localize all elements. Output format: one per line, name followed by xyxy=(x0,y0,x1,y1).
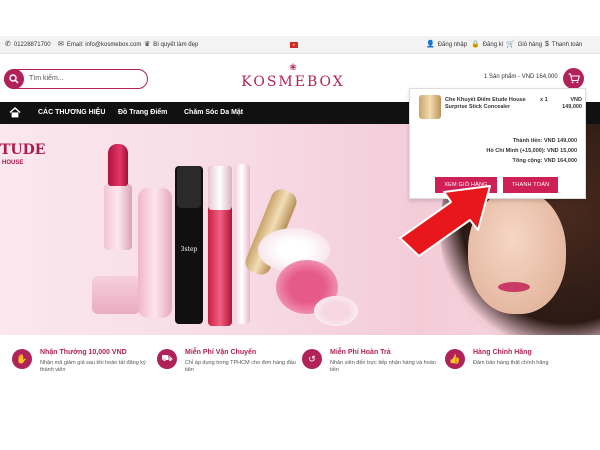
price-currency: VND xyxy=(570,97,582,103)
hero-brand: TUDE xyxy=(0,142,46,158)
checkout-link[interactable]: $ Thanh toán xyxy=(545,41,582,48)
product-thumbnail[interactable] xyxy=(419,95,441,119)
price-value: 149,000 xyxy=(562,104,582,110)
mascara-image: 3step xyxy=(175,166,203,324)
login-link[interactable]: 👤 Đăng nhập xyxy=(426,41,467,48)
register-label: Đăng kí xyxy=(482,41,504,48)
trophy-icon: ♛ xyxy=(144,41,151,48)
cart-link[interactable]: 🛒 Giỏ hàng xyxy=(506,41,542,48)
nav-item-makeup[interactable]: Đồ Trang Điểm xyxy=(118,109,167,116)
model-lips-image xyxy=(498,282,530,292)
feature-title: Miễn Phí Hoàn Trả xyxy=(330,349,391,356)
feature-free-returns[interactable]: ↺ Miễn Phí Hoàn Trả Nhân viên đến trực t… xyxy=(302,349,442,381)
feature-desc: Đảm bảo hàng thật chính hãng xyxy=(473,360,549,366)
checkout-label: Thanh toán xyxy=(551,41,583,48)
cart-label: Giỏ hàng xyxy=(517,41,543,48)
home-icon[interactable] xyxy=(9,107,21,118)
cart-product-name[interactable]: Che Khuyết Điểm Etude House Surprise Sti… xyxy=(445,97,533,111)
cart-product-price: VND 149,000 xyxy=(552,97,582,111)
nav-item-skincare[interactable]: Chăm Sóc Da Mặt xyxy=(184,109,243,116)
feature-genuine[interactable]: 👍 Hàng Chính Hãng Đảm bảo hàng thật chín… xyxy=(445,349,585,381)
site-logo[interactable]: ❀ KOSMEBOX xyxy=(228,63,358,95)
feature-title: Miễn Phí Vận Chuyển xyxy=(185,349,257,356)
nav-item-brands[interactable]: CÁC THƯƠNG HIỆU xyxy=(38,109,105,116)
small-compact-image xyxy=(314,296,358,326)
beauty-tips-link[interactable]: ♛ Bí quyết làm đẹp xyxy=(144,41,198,48)
cart-shipping: Hồ Chí Minh (+15,000): VND 15,000 xyxy=(486,148,577,154)
feature-title: Nhận Thưởng 10,000 VND xyxy=(40,349,127,356)
lip-gloss-image xyxy=(208,166,232,326)
cart-button[interactable] xyxy=(563,68,584,89)
top-bar: ✆ 01228871700 ✉ Email: info@kosmebox.com… xyxy=(0,36,600,54)
lock-icon: 🔒 xyxy=(471,41,480,48)
feature-desc: Nhận mã giảm giá sau khi hoàn tất đăng k… xyxy=(40,360,146,373)
beauty-tips-label: Bí quyết làm đẹp xyxy=(153,41,199,48)
cart-subtotal: Thành tiền: VND 149,000 xyxy=(512,138,577,144)
search-input[interactable]: Tìm kiếm... xyxy=(4,69,148,89)
pink-jar-image xyxy=(92,276,140,314)
phone-contact[interactable]: ✆ 01228871700 xyxy=(5,41,51,48)
cart-icon: 🛒 xyxy=(506,41,515,48)
search-placeholder: Tìm kiếm... xyxy=(29,75,64,82)
email-contact[interactable]: ✉ Email: info@kosmebox.com xyxy=(58,41,141,48)
language-flag[interactable] xyxy=(290,42,298,48)
pink-bottle-image xyxy=(138,188,172,318)
lipstick-image xyxy=(104,144,132,250)
cart-summary[interactable]: 1 Sản phẩm - VND 164,000 xyxy=(484,74,558,80)
feature-title: Hàng Chính Hãng xyxy=(473,349,532,356)
shopping-cart-icon xyxy=(568,73,580,84)
return-arrow-icon: ↺ xyxy=(302,349,322,369)
lotus-logo-icon: ❀ xyxy=(289,62,297,72)
cart-product-quantity: x 1 xyxy=(540,97,548,103)
wand-image xyxy=(234,164,250,324)
truck-icon: ⛟ xyxy=(157,349,177,369)
register-link[interactable]: 🔒 Đăng kí xyxy=(471,41,503,48)
envelope-icon: ✉ xyxy=(58,41,64,48)
phone-number: 01228871700 xyxy=(13,41,51,48)
vietnam-flag-icon xyxy=(290,42,298,48)
thumbs-up-icon: 👍 xyxy=(445,349,465,369)
search-icon xyxy=(9,74,19,84)
logo-text: KOSMEBOX xyxy=(241,74,345,90)
features-strip: ✋ Nhận Thưởng 10,000 VND Nhận mã giảm gi… xyxy=(0,335,600,385)
feature-free-shipping[interactable]: ⛟ Miễn Phí Vận Chuyển Chỉ áp dụng trong … xyxy=(157,349,297,381)
search-button[interactable] xyxy=(4,69,24,89)
hero-brand-sub: HOUSE xyxy=(2,160,24,166)
phone-icon: ✆ xyxy=(5,41,11,48)
hand-coin-icon: ✋ xyxy=(12,349,32,369)
red-arrow-annotation xyxy=(399,185,491,257)
user-icon: 👤 xyxy=(426,41,435,48)
feature-reward[interactable]: ✋ Nhận Thưởng 10,000 VND Nhận mã giảm gi… xyxy=(12,349,152,381)
email-text: Email: info@kosmebox.com xyxy=(66,41,142,48)
feature-desc: Chỉ áp dụng trong TPHCM cho đơn hàng đầu… xyxy=(185,360,296,373)
mascara-label: 3step xyxy=(180,246,198,253)
login-label: Đăng nhập xyxy=(437,41,468,48)
dollar-icon: $ xyxy=(545,41,549,48)
feature-desc: Nhân viên đến trực tiếp nhận hàng và hoà… xyxy=(330,360,436,373)
